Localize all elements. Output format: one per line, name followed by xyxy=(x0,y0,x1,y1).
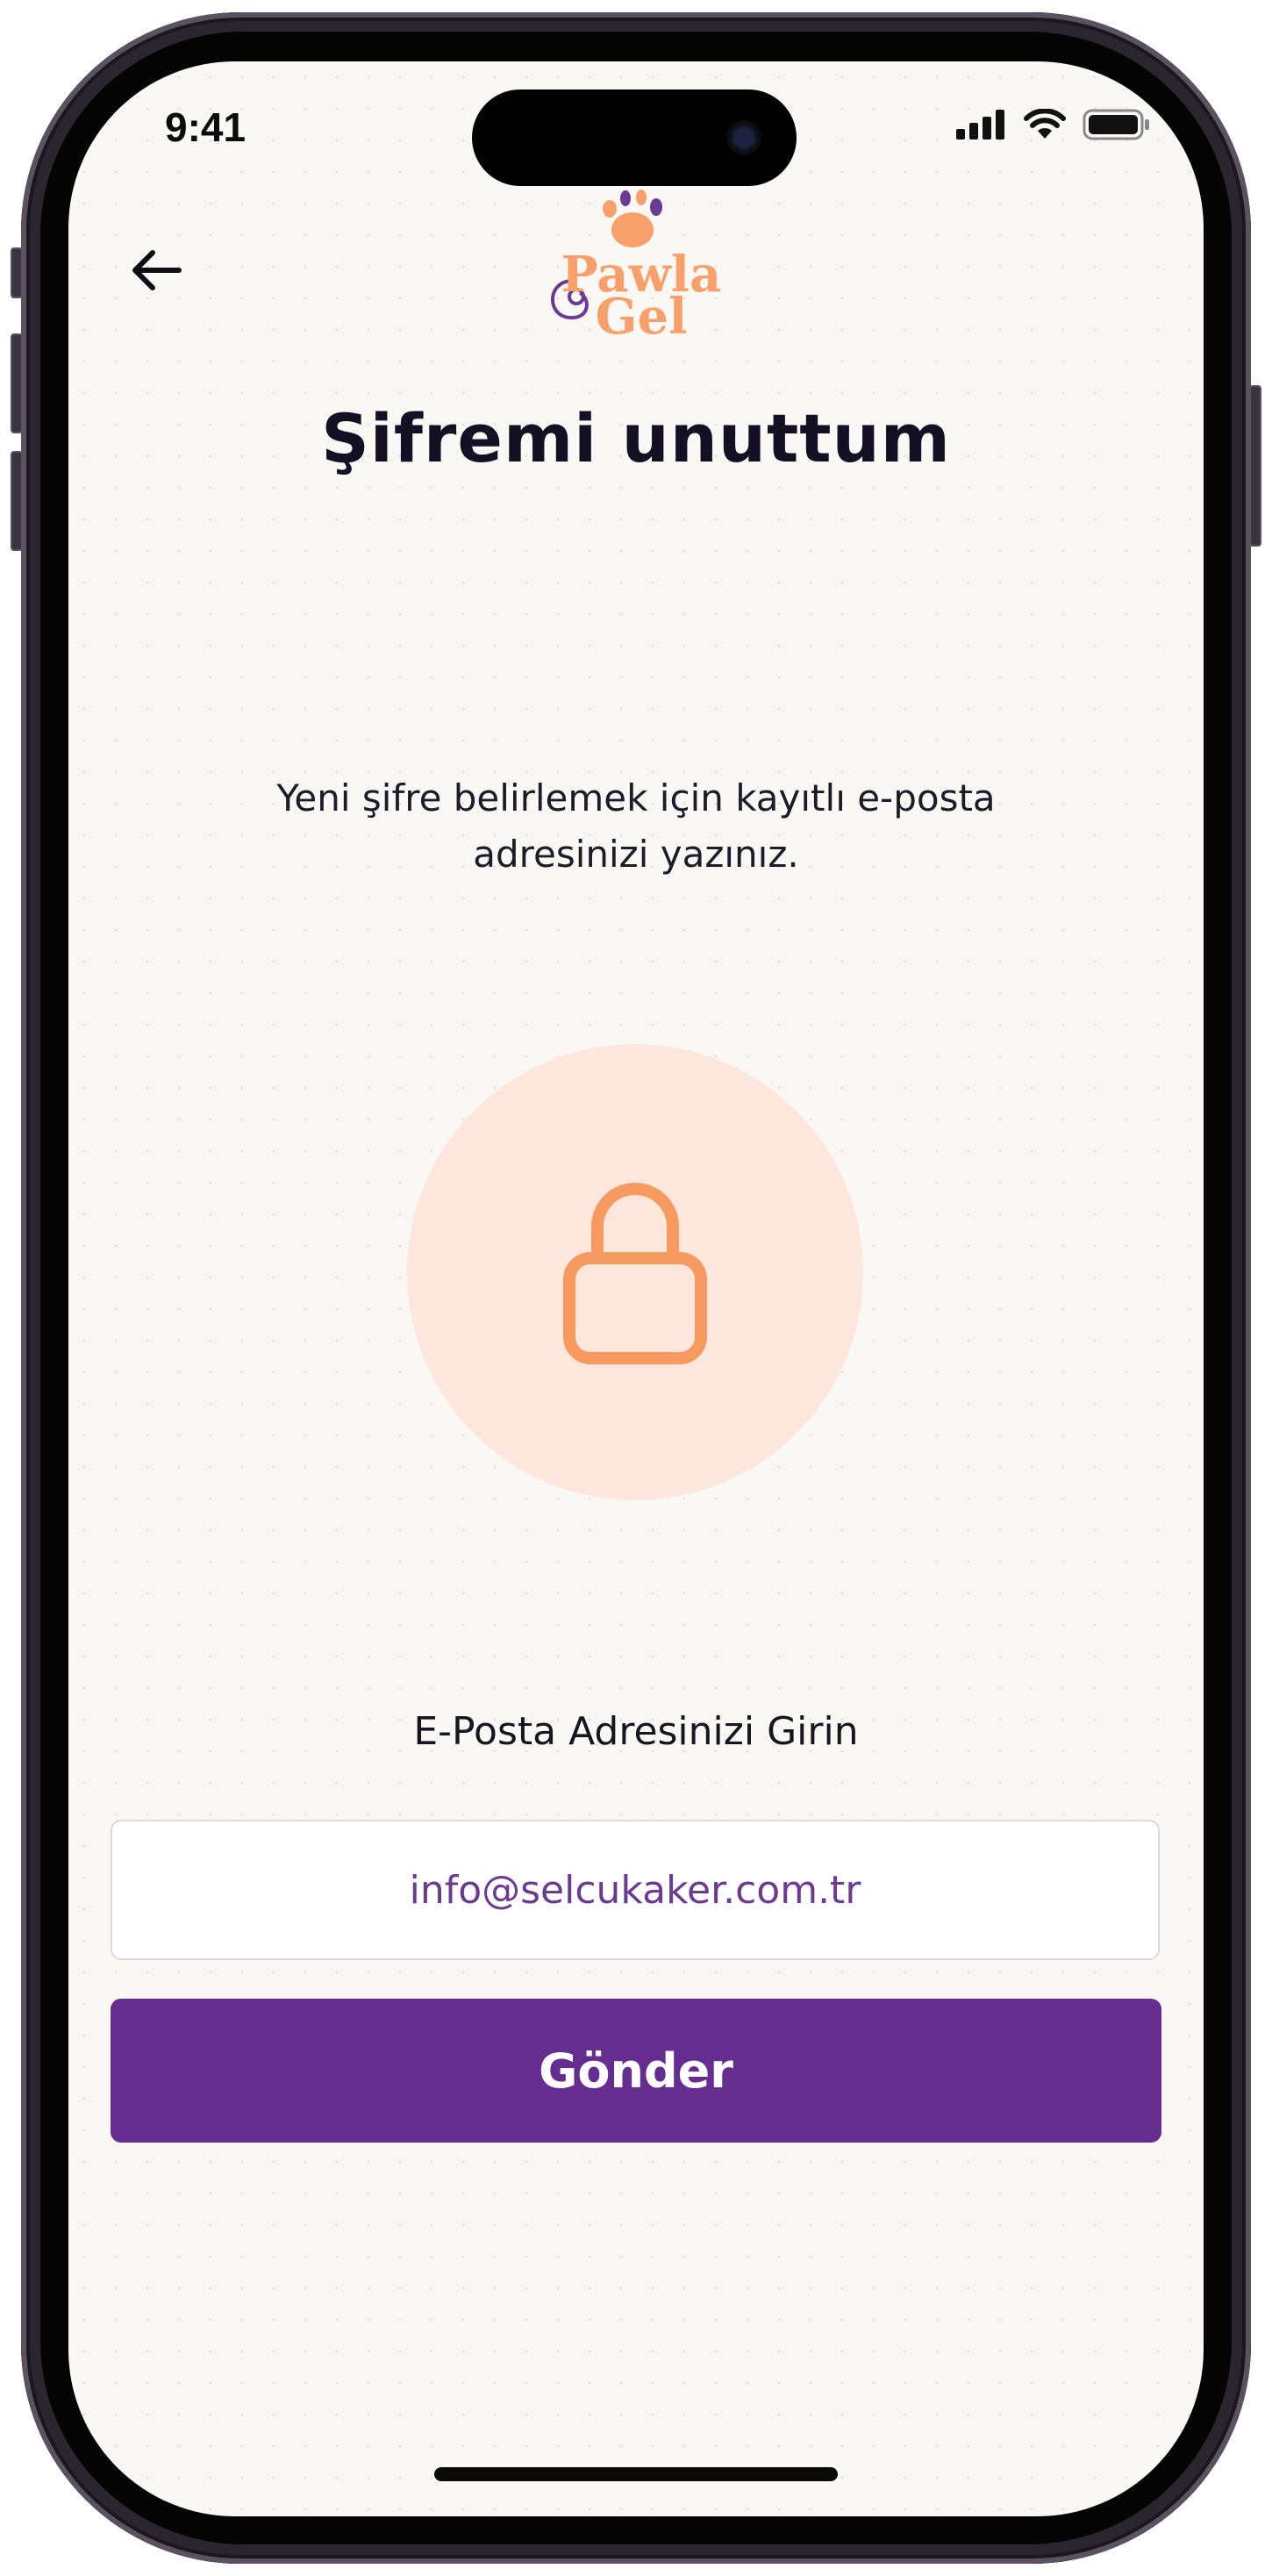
status-time: 9:41 xyxy=(165,104,247,150)
brand-logo: Pawla Gel xyxy=(538,184,740,346)
app-screen: 9:41 Pawla Gel Şifremi unuttum Yeni şifr… xyxy=(68,61,1204,2516)
front-camera xyxy=(726,120,761,155)
status-icons xyxy=(956,108,1151,144)
battery-icon xyxy=(1083,109,1151,144)
email-label: E-Posta Adresinizi Girin xyxy=(413,1709,859,1754)
arrow-left-icon xyxy=(130,247,182,297)
home-indicator xyxy=(434,2467,838,2481)
lock-icon xyxy=(561,1174,710,1370)
email-input[interactable] xyxy=(112,1866,1158,1914)
volume-up-button xyxy=(11,333,23,433)
wifi-icon xyxy=(1023,108,1067,144)
subtitle-line-2: adresinizi yazınız. xyxy=(473,833,799,876)
subtitle-line-1: Yeni şifre belirlemek için kayıtlı e-pos… xyxy=(276,776,996,819)
volume-down-button xyxy=(11,451,23,551)
action-button xyxy=(11,247,23,298)
logo-text-line2: Gel xyxy=(596,288,688,342)
dynamic-island xyxy=(472,89,797,186)
submit-button[interactable]: Gönder xyxy=(111,1999,1161,2143)
lock-illustration xyxy=(407,1044,863,1500)
page-title: Şifremi unuttum xyxy=(321,399,951,477)
power-button xyxy=(1249,385,1261,547)
back-button[interactable] xyxy=(121,237,191,307)
cellular-signal-icon xyxy=(956,110,1007,143)
email-field-container[interactable] xyxy=(111,1820,1160,1960)
page-subtitle: Yeni şifre belirlemek için kayıtlı e-pos… xyxy=(209,770,1063,883)
